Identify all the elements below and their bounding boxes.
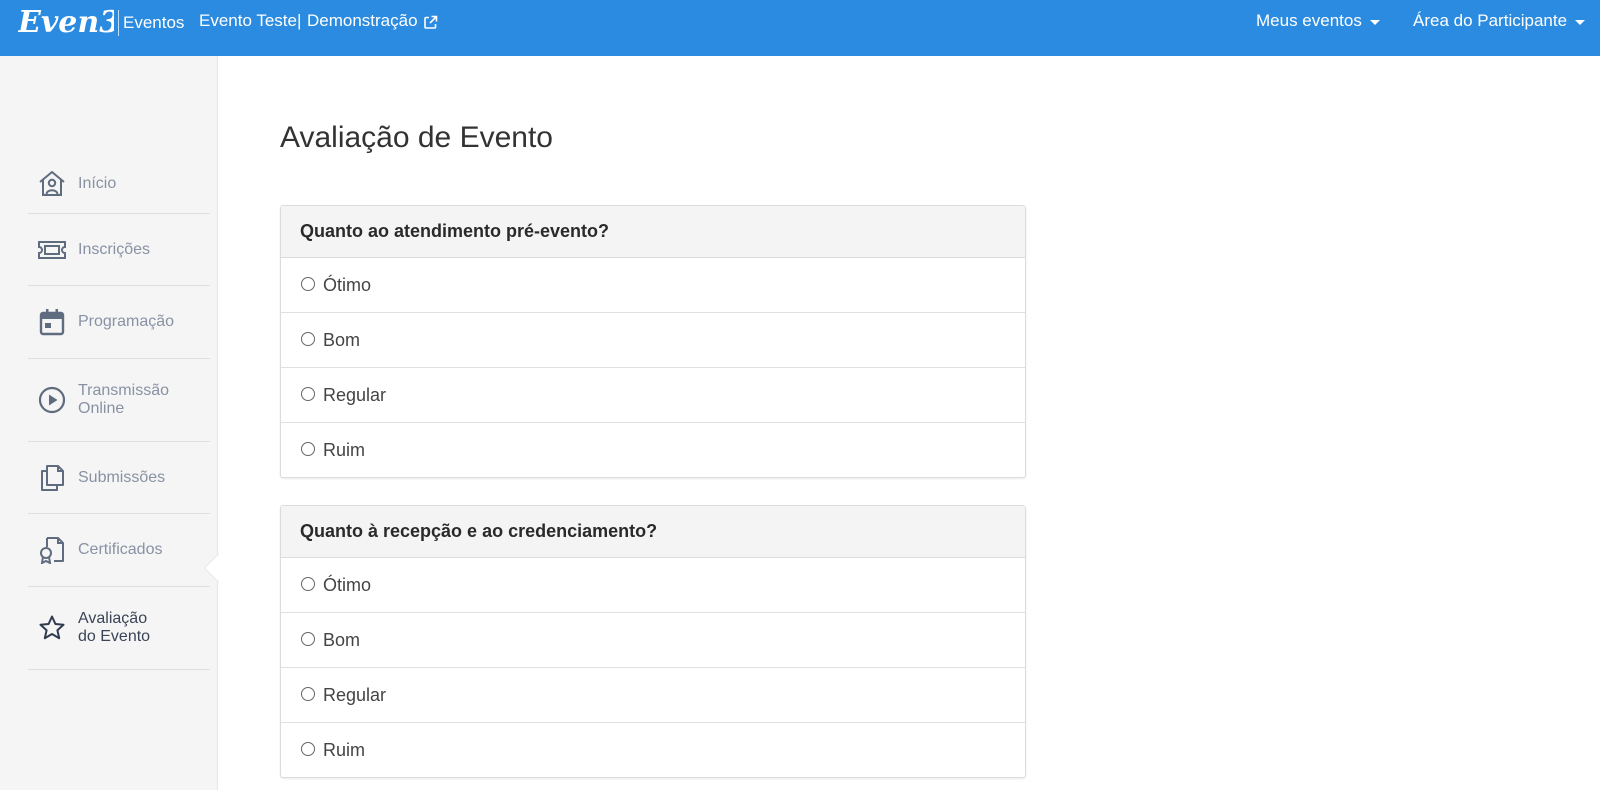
play-circle-icon <box>34 382 70 418</box>
even3-logo-mark: Even3 <box>18 5 114 40</box>
sidebar-item-programacao[interactable]: Programação <box>28 286 210 359</box>
sidebar-item-inicio[interactable]: Início <box>28 154 210 214</box>
brand-section-label[interactable]: Eventos <box>123 12 184 34</box>
star-icon <box>34 610 70 646</box>
question-title: Quanto à recepção e ao credenciamento? <box>281 506 1025 558</box>
calendar-icon <box>34 304 70 340</box>
radio-button[interactable] <box>301 687 315 701</box>
sidebar-item-label: Certificados <box>78 541 163 558</box>
question-title: Quanto ao atendimento pré-evento? <box>281 206 1025 258</box>
logo-divider <box>118 10 119 36</box>
sidebar-item-inscricoes[interactable]: Inscrições <box>28 214 210 286</box>
option-bom[interactable]: Bom <box>281 313 1025 368</box>
top-navbar: Even3 Eventos Evento Teste | Demonstraçã… <box>0 0 1600 56</box>
radio-button[interactable] <box>301 632 315 646</box>
sidebar-item-label: Submissões <box>78 468 166 486</box>
option-ruim[interactable]: Ruim <box>281 723 1025 777</box>
area-participante-dropdown[interactable]: Área do Participante <box>1413 10 1586 32</box>
page-title: Avaliação de Evento <box>280 121 553 154</box>
event-name-link[interactable]: Evento Teste <box>199 10 297 32</box>
copy-documents-icon <box>34 460 70 496</box>
option-label: Bom <box>323 629 361 650</box>
sidebar-item-label: Avaliação do Evento <box>78 610 151 645</box>
option-bom[interactable]: Bom <box>281 613 1025 668</box>
sidebar-item-label: Transmissão Online <box>78 382 169 417</box>
radio-button[interactable] <box>301 577 315 591</box>
option-ruim[interactable]: Ruim <box>281 423 1025 477</box>
option-label: Ótimo <box>323 574 372 595</box>
area-participante-label: Área do Participante <box>1413 11 1568 30</box>
question-card: Quanto à recepção e ao credenciamento? Ó… <box>280 505 1026 778</box>
option-label: Ótimo <box>323 274 372 295</box>
sidebar-item-submissoes[interactable]: Submissões <box>28 442 210 514</box>
radio-button[interactable] <box>301 442 315 456</box>
sidebar-item-label: Início <box>78 174 117 192</box>
option-label: Regular <box>323 684 387 705</box>
meus-eventos-dropdown[interactable]: Meus eventos <box>1256 10 1380 32</box>
sidebar-item-label: Programação <box>78 313 175 330</box>
home-user-icon <box>34 166 70 202</box>
demo-link[interactable]: Demonstração <box>307 10 438 32</box>
chevron-down-icon <box>1575 19 1586 25</box>
radio-button[interactable] <box>301 742 315 756</box>
certificate-icon <box>34 532 70 568</box>
question-card: Quanto ao atendimento pré-evento? Ótimo … <box>280 205 1026 478</box>
demo-link-label: Demonstração <box>307 11 418 30</box>
option-label: Bom <box>323 329 361 350</box>
even3-logo[interactable]: Even3 <box>18 4 114 40</box>
radio-button[interactable] <box>301 277 315 291</box>
option-label: Regular <box>323 384 387 405</box>
radio-button[interactable] <box>301 387 315 401</box>
option-label: Ruim <box>323 739 366 760</box>
chevron-down-icon <box>1369 19 1380 25</box>
meus-eventos-label: Meus eventos <box>1256 11 1362 30</box>
radio-button[interactable] <box>301 332 315 346</box>
sidebar-item-transmissao-online[interactable]: Transmissão Online <box>28 359 210 442</box>
option-otimo[interactable]: Ótimo <box>281 558 1025 613</box>
external-link-icon <box>423 14 438 29</box>
sidebar-item-certificados[interactable]: Certificados <box>28 514 210 587</box>
ticket-icon <box>34 232 70 268</box>
active-indicator <box>205 554 219 582</box>
option-regular[interactable]: Regular <box>281 668 1025 723</box>
sidebar-item-avaliacao-evento[interactable]: Avaliação do Evento <box>28 587 210 670</box>
event-separator: | <box>297 11 302 30</box>
option-regular[interactable]: Regular <box>281 368 1025 423</box>
sidebar-item-label: Inscrições <box>78 240 151 258</box>
svg-text:Even3: Even3 <box>18 5 114 40</box>
option-otimo[interactable]: Ótimo <box>281 258 1025 313</box>
option-label: Ruim <box>323 439 366 460</box>
